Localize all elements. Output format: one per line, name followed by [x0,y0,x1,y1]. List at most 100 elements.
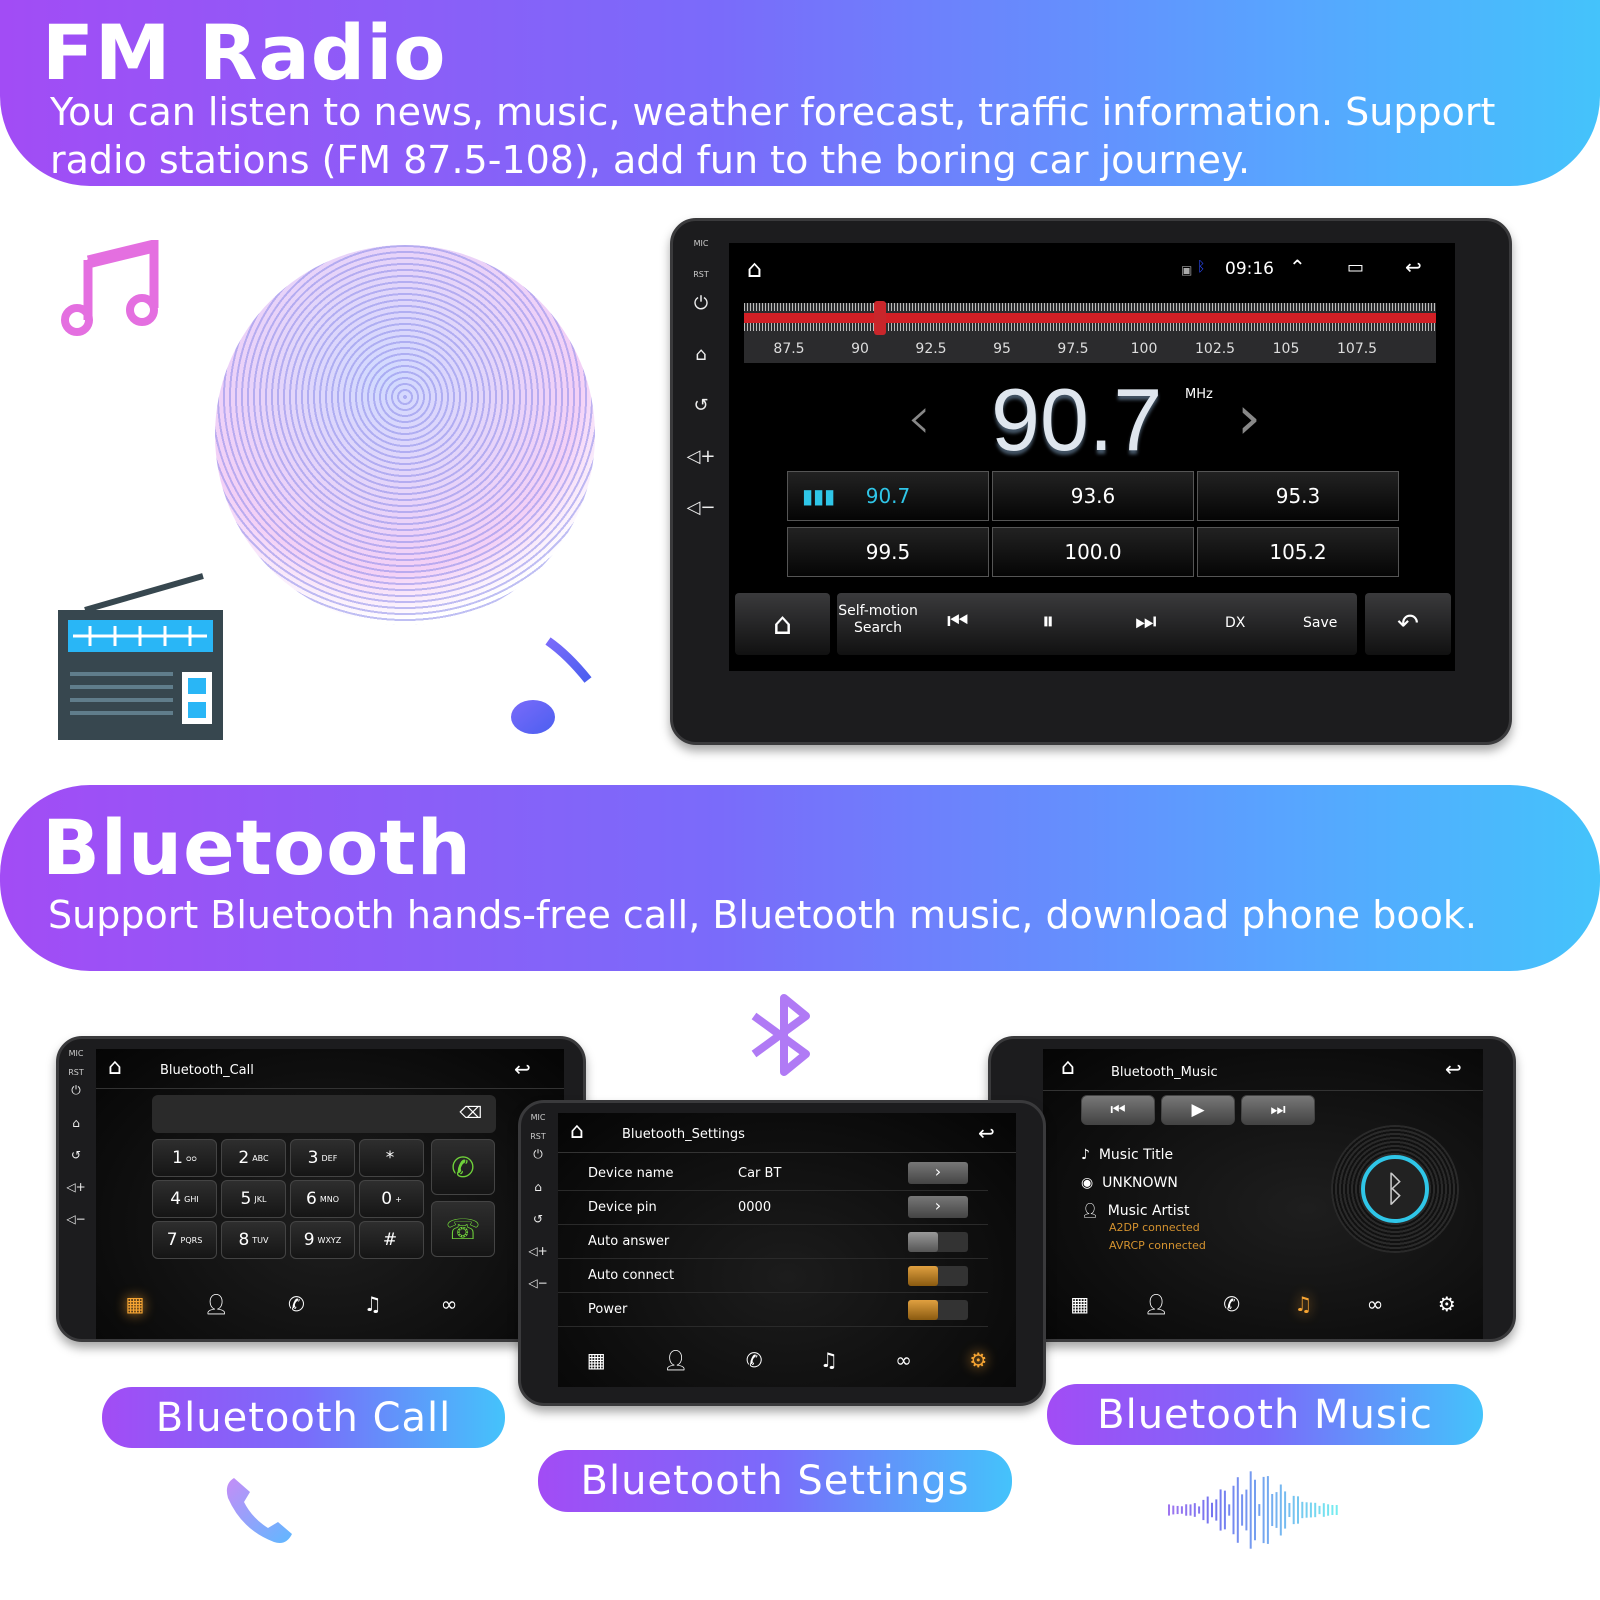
back-icon[interactable]: ↩ [978,1121,995,1145]
preset-button[interactable]: 105.2 [1197,527,1399,577]
expand-up-icon[interactable]: ⌃ [1289,255,1306,279]
volume-down-icon[interactable]: ◁− [523,1276,553,1290]
call-log-icon[interactable]: ✆ [746,1348,763,1372]
preset-button[interactable]: 93.6 [992,471,1194,521]
dial-key[interactable]: 1 ᴑᴑ [152,1139,217,1177]
dial-key[interactable]: 9 WXYZ [290,1221,355,1259]
dial-key[interactable]: * [359,1139,424,1177]
save-button[interactable]: Save [1303,615,1337,631]
preset-frequency: 100.0 [1064,540,1121,564]
volume-up-icon[interactable]: ◁+ [523,1244,553,1258]
toggle-switch[interactable] [908,1266,968,1286]
contacts-icon[interactable]: 👤︎ [204,1292,229,1316]
link-icon[interactable]: ∞ [895,1348,912,1372]
power-icon[interactable]: ⏻ [681,293,721,314]
dial-key[interactable]: 8 TUV [221,1221,286,1259]
preset-button[interactable]: 99.5 [787,527,989,577]
tuner-scale[interactable]: 87.5 90 92.5 95 97.5 100 102.5 105 107.5 [744,303,1436,363]
wave-bar [1336,1505,1338,1515]
toggle-switch[interactable] [908,1300,968,1320]
scale-tick-label: 100 [1124,341,1164,357]
back-icon[interactable]: ↩ [1405,255,1422,279]
link-icon[interactable]: ∞ [441,1292,458,1316]
call-log-icon[interactable]: ✆ [1223,1292,1240,1316]
back-icon[interactable]: ↩ [514,1057,531,1081]
self-motion-search-button[interactable]: Self-motion Search [837,603,919,637]
scale-tick-label: 107.5 [1337,341,1377,357]
back-icon[interactable]: ↺ [523,1212,553,1226]
settings-icon[interactable]: ⚙ [969,1348,987,1372]
contacts-icon[interactable]: 👤︎ [1143,1292,1168,1316]
wave-bar [1314,1503,1316,1517]
power-icon[interactable]: ⏻ [523,1147,553,1162]
settings-icon[interactable]: ⚙ [1438,1292,1456,1316]
seek-forward-icon[interactable]: ⏭ [1135,607,1157,635]
dial-number-input[interactable]: ⌫ [152,1095,496,1133]
seek-back-icon[interactable]: ⏮ [947,607,969,635]
tuner-needle[interactable] [874,301,886,335]
prev-station-icon[interactable]: ‹ [907,383,931,453]
backspace-icon[interactable]: ⌫ [459,1103,482,1122]
return-button[interactable]: ↶ [1365,593,1451,655]
dialpad-icon[interactable]: ▦ [1070,1292,1089,1316]
preset-button[interactable]: 100.0 [992,527,1194,577]
volume-up-icon[interactable]: ◁+ [61,1180,91,1194]
next-track-button[interactable]: ⏭ [1241,1095,1315,1125]
settings-row[interactable]: Auto answer [558,1225,988,1259]
toggle-switch[interactable] [908,1232,968,1252]
music-icon[interactable]: ♫ [820,1348,838,1372]
dialpad-icon[interactable]: ▦ [126,1292,145,1316]
settings-row[interactable]: Device pin 0000 › [558,1191,988,1225]
dial-key[interactable]: 7 PQRS [152,1221,217,1259]
scale-tick-label: 92.5 [911,341,951,357]
dial-key[interactable]: 0 + [359,1180,424,1218]
call-button[interactable]: ✆ [431,1139,495,1195]
call-log-icon[interactable]: ✆ [288,1292,305,1316]
contacts-icon[interactable]: 👤︎ [663,1348,688,1372]
home-icon[interactable]: ⌂ [108,1055,122,1080]
pause-icon[interactable]: ⏸ [1042,607,1054,635]
home-icon[interactable]: ⌂ [570,1119,584,1144]
frequency-unit: MHz [1185,387,1213,402]
home-icon[interactable]: ⌂ [681,344,721,365]
link-icon[interactable]: ∞ [1367,1292,1384,1316]
volume-up-icon[interactable]: ◁+ [681,446,721,467]
play-button[interactable]: ▶ [1161,1095,1235,1125]
back-icon[interactable]: ↺ [681,395,721,416]
home-icon[interactable]: ⌂ [1061,1055,1075,1080]
home-icon[interactable]: ⌂ [61,1116,91,1130]
home-icon[interactable]: ⌂ [747,255,762,283]
dialpad-icon[interactable]: ▦ [587,1348,606,1372]
dial-key[interactable]: # [359,1221,424,1259]
power-icon[interactable]: ⏻ [61,1083,91,1098]
music-icon[interactable]: ♫ [1294,1292,1312,1316]
dial-key[interactable]: 4 GHI [152,1180,217,1218]
previous-track-button[interactable]: ⏮ [1081,1095,1155,1125]
dx-button[interactable]: DX [1225,615,1245,631]
settings-row[interactable]: Device name Car BT › [558,1157,988,1191]
next-station-icon[interactable]: › [1237,383,1261,453]
wave-bar [1172,1506,1174,1515]
home-button[interactable]: ⌂ [735,593,830,655]
fm-radio-banner: FM Radio You can listen to news, music, … [0,0,1600,186]
chevron-right-icon[interactable]: › [908,1196,968,1218]
music-icon[interactable]: ♫ [364,1292,382,1316]
settings-row[interactable]: Auto connect [558,1259,988,1293]
dial-key[interactable]: 2 ABC [221,1139,286,1177]
volume-down-icon[interactable]: ◁− [681,497,721,518]
preset-button[interactable]: 95.3 [1197,471,1399,521]
dial-key[interactable]: 5 JKL [221,1180,286,1218]
chevron-right-icon[interactable]: › [908,1162,968,1184]
preset-button[interactable]: ▮▮▮ 90.7 [787,471,989,521]
volume-down-icon[interactable]: ◁− [61,1212,91,1226]
dial-key[interactable]: 3 DEF [290,1139,355,1177]
back-icon[interactable]: ↺ [61,1148,91,1162]
key-letters: WXYZ [318,1236,342,1245]
home-icon[interactable]: ⌂ [523,1180,553,1194]
back-icon[interactable]: ↩ [1445,1057,1462,1081]
hang-up-button[interactable]: ☏ [431,1201,495,1257]
wave-bar [1323,1503,1325,1517]
dial-key[interactable]: 6 MNO [290,1180,355,1218]
recent-apps-icon[interactable]: ▭ [1347,257,1364,278]
settings-row[interactable]: Power [558,1293,988,1327]
